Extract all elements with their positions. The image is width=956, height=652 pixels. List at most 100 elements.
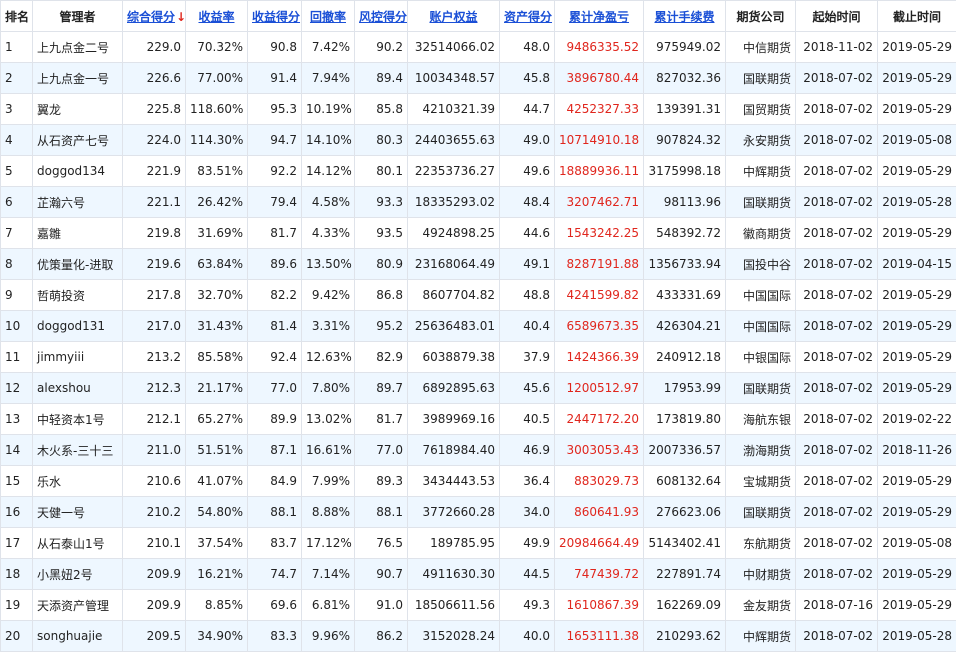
asset-score-cell: 48.4 bbox=[500, 187, 555, 218]
score-cell: 217.0 bbox=[123, 311, 186, 342]
drawdown-cell: 13.02% bbox=[302, 404, 355, 435]
return-score-cell: 95.3 bbox=[248, 94, 302, 125]
drawdown-cell: 8.88% bbox=[302, 497, 355, 528]
header-net-profit-sort[interactable]: 累计净盈亏 bbox=[555, 1, 644, 32]
header-score-sort[interactable]: 综合得分↓ bbox=[123, 1, 186, 32]
asset-score-cell: 45.6 bbox=[500, 373, 555, 404]
asset-score-cell: 44.7 bbox=[500, 94, 555, 125]
header-asset-score-sort[interactable]: 资产得分 bbox=[500, 1, 555, 32]
rank-cell: 12 bbox=[1, 373, 33, 404]
return-rate-cell: 51.51% bbox=[186, 435, 248, 466]
end-time-cell: 2019-04-15 bbox=[878, 249, 956, 280]
drawdown-cell: 7.94% bbox=[302, 63, 355, 94]
header-risk-score-sort[interactable]: 风控得分 bbox=[355, 1, 408, 32]
drawdown-cell: 4.58% bbox=[302, 187, 355, 218]
return-score-cell: 69.6 bbox=[248, 590, 302, 621]
start-time-cell: 2018-07-16 bbox=[796, 590, 878, 621]
equity-cell: 6892895.63 bbox=[408, 373, 500, 404]
rank-cell: 3 bbox=[1, 94, 33, 125]
start-time-cell: 2018-07-02 bbox=[796, 559, 878, 590]
return-score-cell: 90.8 bbox=[248, 32, 302, 63]
risk-score-cell: 90.2 bbox=[355, 32, 408, 63]
header-rank: 排名 bbox=[1, 1, 33, 32]
manager-cell: 小黑妞2号 bbox=[33, 559, 123, 590]
asset-score-cell: 36.4 bbox=[500, 466, 555, 497]
equity-cell: 8607704.82 bbox=[408, 280, 500, 311]
broker-cell: 国联期货 bbox=[726, 373, 796, 404]
drawdown-cell: 16.61% bbox=[302, 435, 355, 466]
equity-cell: 4924898.25 bbox=[408, 218, 500, 249]
manager-cell: doggod134 bbox=[33, 156, 123, 187]
table-row: 7嘉雛219.831.69%81.74.33%93.54924898.2544.… bbox=[1, 218, 956, 249]
manager-cell: alexshou bbox=[33, 373, 123, 404]
end-time-cell: 2019-05-29 bbox=[878, 466, 956, 497]
table-row: 18小黑妞2号209.916.21%74.77.14%90.74911630.3… bbox=[1, 559, 956, 590]
broker-cell: 国联期货 bbox=[726, 497, 796, 528]
table-row: 12alexshou212.321.17%77.07.80%89.7689289… bbox=[1, 373, 956, 404]
fees-cell: 3175998.18 bbox=[644, 156, 726, 187]
manager-cell: 上九点金一号 bbox=[33, 63, 123, 94]
rank-cell: 16 bbox=[1, 497, 33, 528]
asset-score-cell: 48.0 bbox=[500, 32, 555, 63]
header-equity-sort[interactable]: 账户权益 bbox=[408, 1, 500, 32]
header-return-rate-sort[interactable]: 收益率 bbox=[186, 1, 248, 32]
broker-cell: 国联期货 bbox=[726, 63, 796, 94]
equity-cell: 32514066.02 bbox=[408, 32, 500, 63]
end-time-cell: 2018-11-26 bbox=[878, 435, 956, 466]
fees-cell: 426304.21 bbox=[644, 311, 726, 342]
manager-cell: 哲萌投资 bbox=[33, 280, 123, 311]
return-rate-cell: 21.17% bbox=[186, 373, 248, 404]
equity-cell: 10034348.57 bbox=[408, 63, 500, 94]
score-cell: 209.9 bbox=[123, 590, 186, 621]
header-return-score-sort[interactable]: 收益得分 bbox=[248, 1, 302, 32]
rank-cell: 7 bbox=[1, 218, 33, 249]
risk-score-cell: 93.3 bbox=[355, 187, 408, 218]
manager-cell: 芷瀚六号 bbox=[33, 187, 123, 218]
table-row: 13中轻资本1号212.165.27%89.913.02%81.73989969… bbox=[1, 404, 956, 435]
manager-cell: 木火系-三十三 bbox=[33, 435, 123, 466]
return-score-cell: 74.7 bbox=[248, 559, 302, 590]
table-row: 5doggod134221.983.51%92.214.12%80.122353… bbox=[1, 156, 956, 187]
return-rate-cell: 118.60% bbox=[186, 94, 248, 125]
broker-cell: 中银国际 bbox=[726, 342, 796, 373]
fees-cell: 17953.99 bbox=[644, 373, 726, 404]
header-fees-sort[interactable]: 累计手续费 bbox=[644, 1, 726, 32]
equity-cell: 3434443.53 bbox=[408, 466, 500, 497]
broker-cell: 中辉期货 bbox=[726, 156, 796, 187]
net-profit-cell: 1200512.97 bbox=[555, 373, 644, 404]
score-cell: 212.3 bbox=[123, 373, 186, 404]
asset-score-cell: 46.9 bbox=[500, 435, 555, 466]
rank-cell: 15 bbox=[1, 466, 33, 497]
rank-cell: 14 bbox=[1, 435, 33, 466]
header-drawdown-sort[interactable]: 回撤率 bbox=[302, 1, 355, 32]
score-cell: 221.9 bbox=[123, 156, 186, 187]
table-row: 9哲萌投资217.832.70%82.29.42%86.88607704.824… bbox=[1, 280, 956, 311]
return-score-cell: 82.2 bbox=[248, 280, 302, 311]
rank-cell: 13 bbox=[1, 404, 33, 435]
header-score-label: 综合得分 bbox=[127, 10, 175, 24]
fees-cell: 608132.64 bbox=[644, 466, 726, 497]
manager-cell: 上九点金二号 bbox=[33, 32, 123, 63]
drawdown-cell: 14.10% bbox=[302, 125, 355, 156]
score-cell: 212.1 bbox=[123, 404, 186, 435]
broker-cell: 国联期货 bbox=[726, 187, 796, 218]
manager-cell: 翼龙 bbox=[33, 94, 123, 125]
risk-score-cell: 90.7 bbox=[355, 559, 408, 590]
drawdown-cell: 7.14% bbox=[302, 559, 355, 590]
start-time-cell: 2018-07-02 bbox=[796, 497, 878, 528]
end-time-cell: 2019-05-29 bbox=[878, 342, 956, 373]
manager-cell: 从石泰山1号 bbox=[33, 528, 123, 559]
score-cell: 219.6 bbox=[123, 249, 186, 280]
table-row: 1上九点金二号229.070.32%90.87.42%90.232514066.… bbox=[1, 32, 956, 63]
equity-cell: 6038879.38 bbox=[408, 342, 500, 373]
start-time-cell: 2018-07-02 bbox=[796, 156, 878, 187]
risk-score-cell: 80.1 bbox=[355, 156, 408, 187]
table-header-row: 排名 管理者 综合得分↓ 收益率 收益得分 回撤率 风控得分 账户权益 资产得分… bbox=[1, 1, 956, 32]
fees-cell: 240912.18 bbox=[644, 342, 726, 373]
risk-score-cell: 86.2 bbox=[355, 621, 408, 652]
start-time-cell: 2018-07-02 bbox=[796, 125, 878, 156]
risk-score-cell: 80.9 bbox=[355, 249, 408, 280]
end-time-cell: 2019-05-29 bbox=[878, 156, 956, 187]
asset-score-cell: 49.0 bbox=[500, 125, 555, 156]
equity-cell: 7618984.40 bbox=[408, 435, 500, 466]
